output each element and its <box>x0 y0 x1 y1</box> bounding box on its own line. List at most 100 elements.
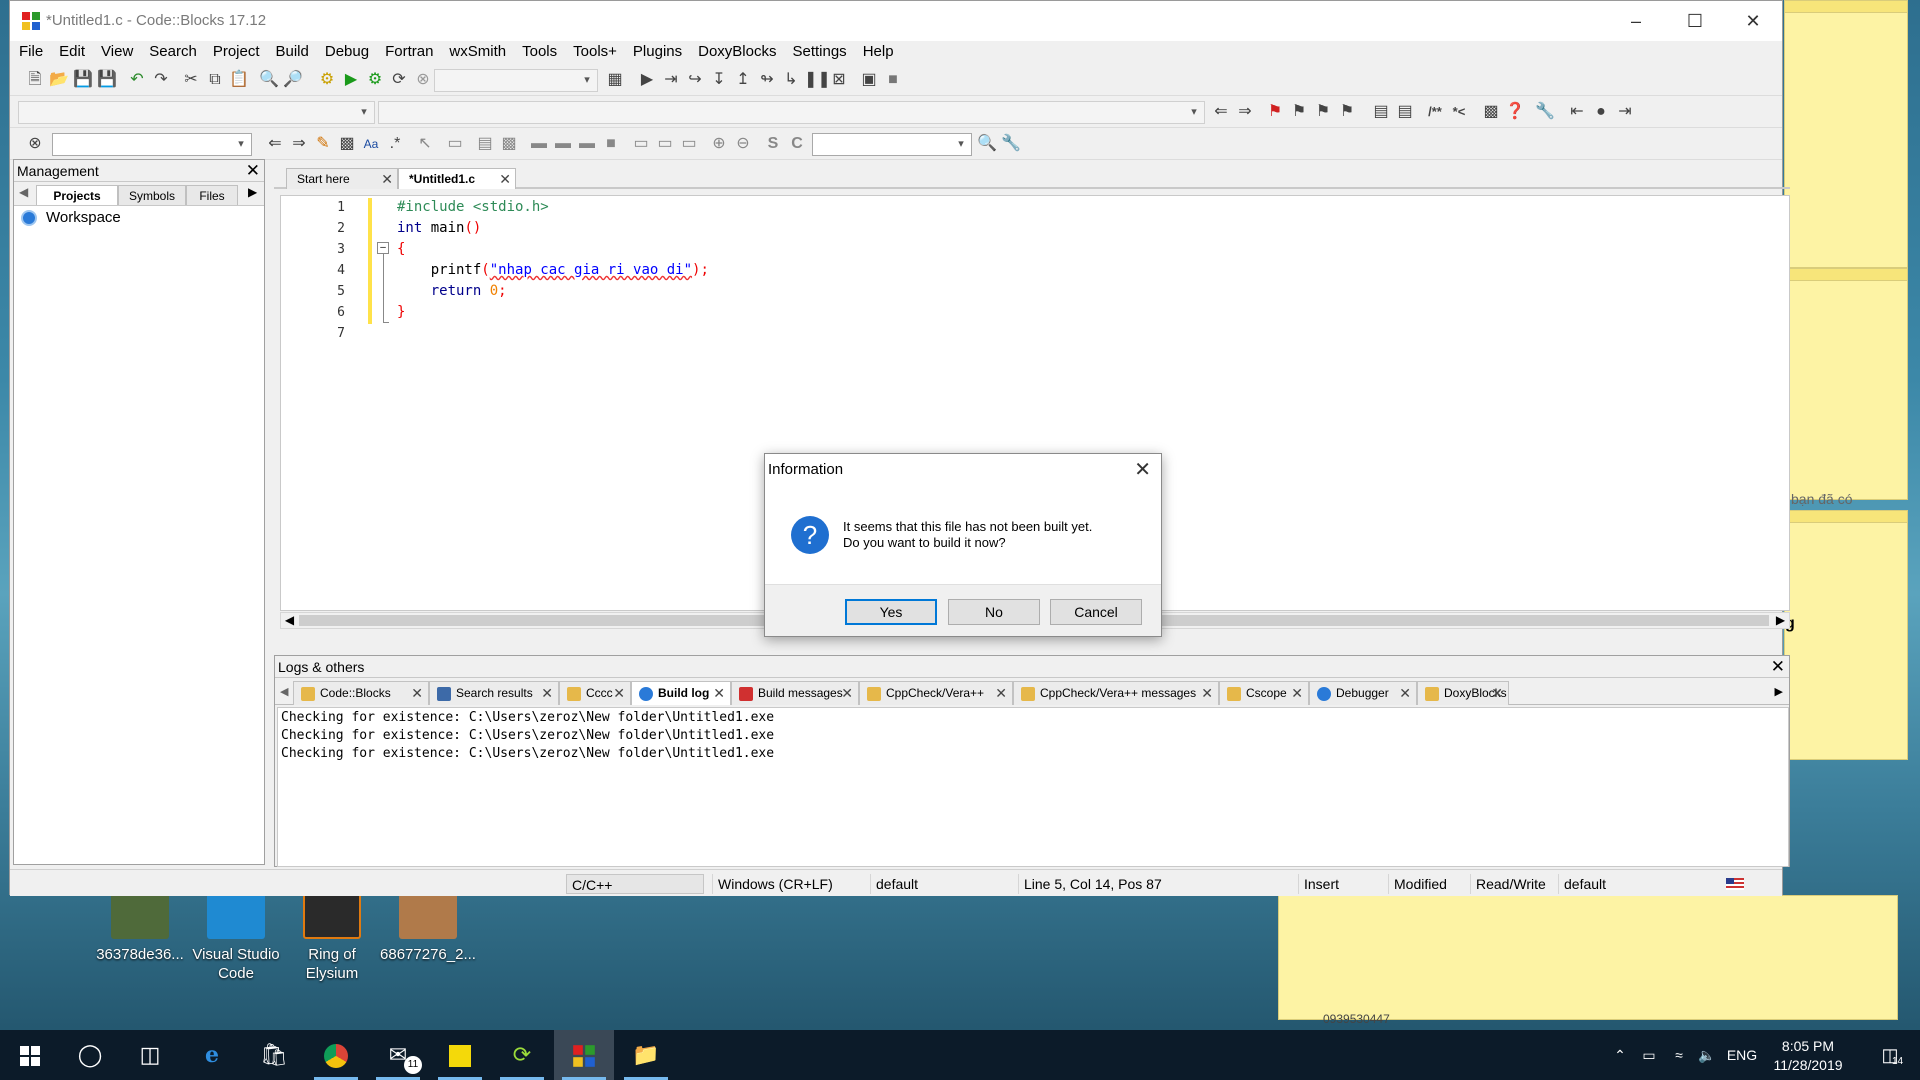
clear-search-icon[interactable]: ⊗ <box>24 133 46 155</box>
various-info-icon[interactable]: ■ <box>882 69 904 91</box>
menu-tools[interactable]: Tools <box>514 41 565 63</box>
line-comment-icon[interactable]: *< <box>1448 101 1470 123</box>
rebuild-icon[interactable]: ⟳ <box>388 69 410 91</box>
run-to-cursor-icon[interactable]: ⇥ <box>660 69 682 91</box>
spell-c-icon[interactable]: C <box>786 133 808 155</box>
regex-icon[interactable]: .* <box>384 133 406 155</box>
wx-border-2-icon[interactable]: ▭ <box>654 133 676 155</box>
logs-tab-build-messages[interactable]: Build messages ✕ <box>731 681 859 705</box>
chrome-icon[interactable] <box>306 1030 366 1080</box>
wx-sizer-2-icon[interactable]: ▬ <box>552 133 574 155</box>
wx-panel-icon[interactable]: ▭ <box>444 133 466 155</box>
tab-files[interactable]: Files <box>186 185 238 205</box>
clock[interactable]: 8:05 PM 11/28/2019 <box>1760 1037 1856 1075</box>
save-icon[interactable]: 💾 <box>72 69 94 91</box>
tab-scroll-left-icon[interactable]: ◀ <box>19 185 28 199</box>
debug-start-icon[interactable]: ▶ <box>636 69 658 91</box>
abort-icon[interactable]: ⊗ <box>412 69 434 91</box>
close-tab-icon[interactable]: ✕ <box>1201 682 1213 705</box>
menu-plugins[interactable]: Plugins <box>625 41 690 63</box>
build-target-select[interactable]: ▾ <box>434 69 598 92</box>
menu-edit[interactable]: Edit <box>51 41 93 63</box>
show-select-target-icon[interactable]: ▦ <box>604 69 626 91</box>
battery-icon[interactable]: ▭ <box>1636 1030 1662 1080</box>
doxyblocks-config-icon[interactable]: 🔧 <box>1534 101 1556 123</box>
start-button[interactable] <box>0 1030 60 1080</box>
prev-change-icon[interactable]: ⇤ <box>1566 101 1588 123</box>
menu-tools[interactable]: Tools+ <box>565 41 625 63</box>
wifi-icon[interactable]: ≈ <box>1666 1030 1692 1080</box>
html-help-icon[interactable]: ❓ <box>1504 101 1526 123</box>
task-view-icon[interactable]: ◫ <box>120 1030 180 1080</box>
sticky-notes-icon[interactable] <box>430 1030 490 1080</box>
desktop-icon-image-1[interactable]: 36378de36... <box>92 893 188 964</box>
menu-help[interactable]: Help <box>855 41 902 63</box>
search-prev-icon[interactable]: ⇐ <box>264 133 286 155</box>
desktop-icon-vscode[interactable]: Visual Studio Code <box>188 893 284 983</box>
jump-forward-icon[interactable]: ⇒ <box>1234 101 1256 123</box>
close-tab-icon[interactable]: ✕ <box>613 682 625 705</box>
function-select[interactable]: ▾ <box>378 101 1205 124</box>
minimize-button[interactable]: – <box>1607 1 1665 41</box>
yes-button[interactable]: Yes <box>845 599 937 625</box>
cut-icon[interactable]: ✂ <box>180 69 202 91</box>
scroll-left-icon[interactable]: ◀ <box>281 613 298 628</box>
incremental-search-input[interactable]: ▾ <box>52 133 252 156</box>
replace-icon[interactable]: 🔎 <box>282 69 304 91</box>
zoom-out-icon[interactable]: ⊖ <box>732 133 754 155</box>
language-indicator[interactable]: ENG <box>1724 1030 1760 1080</box>
prev-bookmark-icon[interactable]: ⚑ <box>1288 101 1310 123</box>
menu-debug[interactable]: Debug <box>317 41 377 63</box>
action-center-icon[interactable]: ◫ 14 <box>1870 1030 1910 1080</box>
edge-icon[interactable]: e <box>182 1030 242 1080</box>
title-bar[interactable]: *Untitled1.c - Code::Blocks 17.12 – ☐ ✕ <box>10 1 1782 41</box>
toggle-change-icon[interactable]: ● <box>1590 101 1612 123</box>
wx-bitmap-icon[interactable]: ▤ <box>474 133 496 155</box>
close-tab-icon[interactable]: ✕ <box>713 682 725 705</box>
wx-sizer-4-icon[interactable]: ■ <box>600 133 622 155</box>
close-tab-icon[interactable]: ✕ <box>1399 682 1411 705</box>
symbol-settings-icon[interactable]: 🔧 <box>1000 133 1022 155</box>
sticky-note-1[interactable] <box>1784 0 1908 268</box>
symbol-find-icon[interactable]: 🔍 <box>976 133 998 155</box>
step-into-instruction-icon[interactable]: ↳ <box>780 69 802 91</box>
match-case-icon[interactable]: ▩ <box>336 133 358 155</box>
sticky-note-4[interactable]: 0939530447 <box>1278 895 1898 1026</box>
mail-icon[interactable]: ✉ 11 <box>368 1030 428 1080</box>
paste-icon[interactable]: 📋 <box>228 69 250 91</box>
volume-icon[interactable]: 🔈 <box>1694 1030 1720 1080</box>
no-button[interactable]: No <box>948 599 1040 625</box>
logs-tab-cscope[interactable]: Cscope ✕ <box>1219 681 1309 705</box>
copy-icon[interactable]: ⧉ <box>204 69 226 91</box>
menu-fortran[interactable]: Fortran <box>377 41 441 63</box>
jump-back-icon[interactable]: ⇐ <box>1210 101 1232 123</box>
menu-file[interactable]: File <box>10 41 51 63</box>
tab-start-here[interactable]: Start here ✕ <box>286 168 398 189</box>
wx-sizer-3-icon[interactable]: ▬ <box>576 133 598 155</box>
sticky-note-3[interactable]: g <box>1784 510 1908 760</box>
next-line-icon[interactable]: ↪ <box>684 69 706 91</box>
find-icon[interactable]: 🔍 <box>258 69 280 91</box>
maximize-button[interactable]: ☐ <box>1666 1 1724 41</box>
pause-icon[interactable]: ❚❚ <box>804 69 831 91</box>
coccoc-icon[interactable]: ⟳ <box>492 1030 552 1080</box>
close-tab-icon[interactable]: ✕ <box>1491 682 1503 705</box>
close-management-icon[interactable]: ✕ <box>246 160 260 182</box>
wx-border-1-icon[interactable]: ▭ <box>630 133 652 155</box>
search-icon[interactable]: ◯ <box>60 1030 120 1080</box>
logs-tab-doxyblocks[interactable]: DoxyBlocks ✕ <box>1417 681 1509 705</box>
logs-tab-scroll-left-icon[interactable]: ◀ <box>280 685 288 698</box>
close-tab-icon[interactable]: ✕ <box>1291 682 1303 705</box>
zoom-in-icon[interactable]: ⊕ <box>708 133 730 155</box>
doxywizard-icon[interactable]: ▩ <box>1480 101 1502 123</box>
run-icon[interactable]: ▶ <box>340 69 362 91</box>
stop-debugger-icon[interactable]: ⊠ <box>828 69 850 91</box>
toggle-bookmark-icon[interactable]: ⚑ <box>1264 101 1286 123</box>
logs-tab-search-results[interactable]: Search results ✕ <box>429 681 559 705</box>
logs-tab-cppcheck-vera[interactable]: CppCheck/Vera++ ✕ <box>859 681 1013 705</box>
logs-tab-debugger[interactable]: Debugger ✕ <box>1309 681 1417 705</box>
menu-build[interactable]: Build <box>268 41 317 63</box>
close-tab-icon[interactable]: ✕ <box>499 169 511 189</box>
menu-wxsmith[interactable]: wxSmith <box>441 41 514 63</box>
next-change-icon[interactable]: ⇥ <box>1614 101 1636 123</box>
